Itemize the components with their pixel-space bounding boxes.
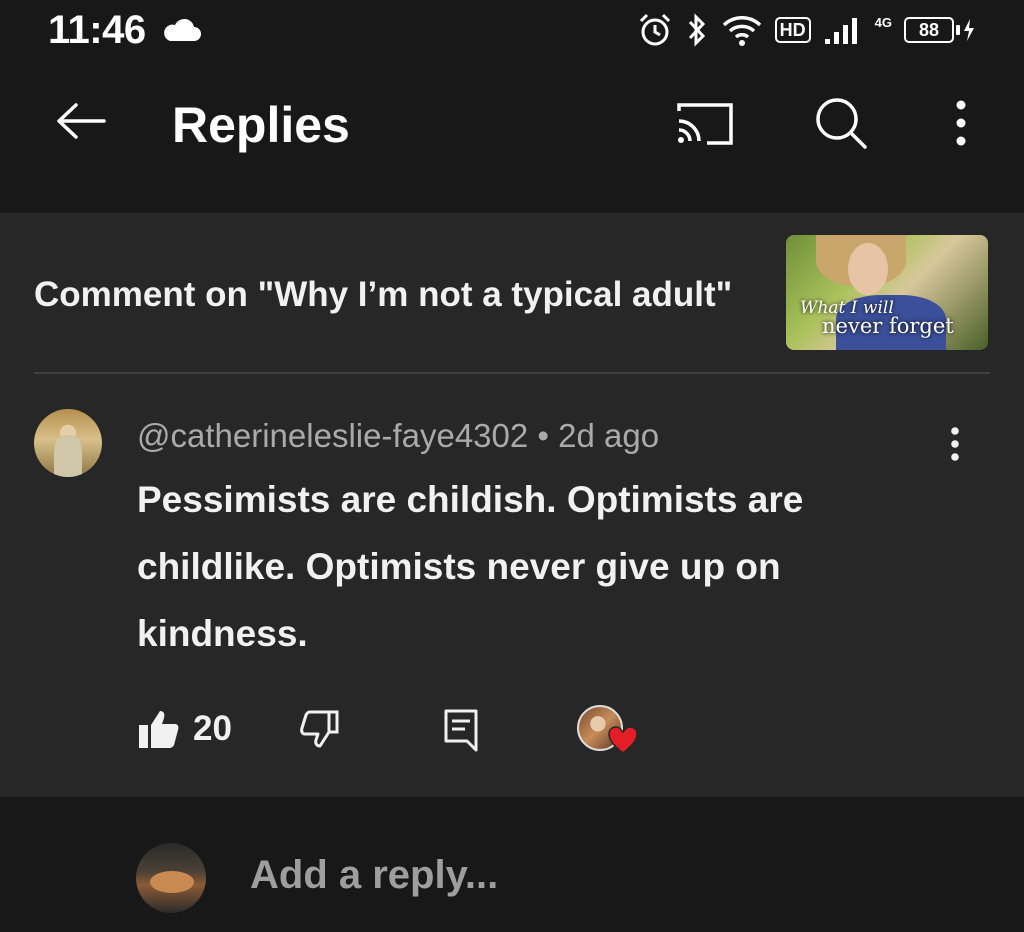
comment-meta: @catherineleslie-faye4302 • 2d ago bbox=[137, 417, 659, 455]
more-vert-icon bbox=[956, 100, 966, 146]
dislike-button[interactable] bbox=[297, 707, 341, 751]
meta-separator: • bbox=[537, 417, 549, 454]
creator-heart bbox=[577, 703, 641, 759]
reply-bar: Add a reply... bbox=[0, 797, 1024, 932]
comment-actions: 20 bbox=[137, 703, 697, 759]
thumbnail-face bbox=[848, 243, 888, 295]
avatar-cat bbox=[150, 871, 194, 893]
hd-badge: HD bbox=[774, 17, 811, 43]
reply-comment-icon bbox=[444, 709, 478, 752]
author-avatar[interactable] bbox=[34, 409, 102, 477]
comment-more-button[interactable] bbox=[940, 421, 970, 467]
battery-tip bbox=[956, 25, 960, 35]
app-bar: Replies bbox=[0, 60, 1024, 190]
comment-context[interactable]: Comment on "Why I’m not a typical adult"… bbox=[34, 235, 990, 353]
author-handle[interactable]: @catherineleslie-faye4302 bbox=[137, 417, 528, 454]
signal-icon bbox=[824, 18, 857, 44]
more-options-button[interactable] bbox=[944, 96, 978, 150]
video-thumbnail[interactable]: What I will never forget bbox=[786, 235, 988, 350]
alarm-icon bbox=[639, 13, 670, 46]
battery-level: 88 bbox=[904, 17, 954, 43]
back-button[interactable] bbox=[52, 96, 108, 146]
thumbs-up-icon bbox=[139, 711, 179, 748]
search-button[interactable] bbox=[812, 96, 870, 150]
battery-indicator: 88 bbox=[904, 17, 976, 43]
video-title: Comment on "Why I’m not a typical adult" bbox=[34, 275, 733, 314]
more-vert-icon bbox=[951, 427, 959, 461]
like-count: 20 bbox=[193, 709, 232, 748]
cloud-icon bbox=[163, 18, 201, 41]
status-bar: 11:46 HD 4G 88 bbox=[0, 0, 1024, 60]
comment-age: 2d ago bbox=[558, 417, 660, 454]
reply-input[interactable]: Add a reply... bbox=[250, 853, 498, 898]
charging-icon bbox=[964, 19, 974, 41]
status-left: 11:46 bbox=[48, 8, 202, 53]
reply-button[interactable] bbox=[441, 707, 481, 753]
cast-icon bbox=[677, 103, 733, 145]
avatar-figure bbox=[54, 435, 82, 477]
page-title: Replies bbox=[172, 97, 350, 153]
back-arrow-icon bbox=[57, 103, 106, 139]
search-icon bbox=[816, 98, 867, 149]
thumbnail-caption: What I will never forget bbox=[800, 299, 954, 338]
thumbs-down-icon bbox=[300, 710, 339, 748]
wifi-icon bbox=[722, 16, 761, 46]
comment-card: Comment on "Why I’m not a typical adult"… bbox=[0, 213, 1024, 797]
heart-icon bbox=[608, 726, 638, 754]
clock: 11:46 bbox=[48, 7, 146, 52]
like-button[interactable] bbox=[137, 707, 181, 751]
comment-text: Pessimists are childish. Optimists are c… bbox=[137, 479, 804, 654]
bluetooth-icon bbox=[688, 13, 705, 47]
cast-button[interactable] bbox=[672, 98, 736, 148]
thumbnail-caption-line2: never forget bbox=[822, 314, 954, 338]
divider bbox=[34, 372, 990, 374]
user-avatar bbox=[136, 843, 206, 913]
network-type: 4G bbox=[874, 14, 892, 30]
status-right: HD 4G 88 bbox=[637, 12, 976, 48]
